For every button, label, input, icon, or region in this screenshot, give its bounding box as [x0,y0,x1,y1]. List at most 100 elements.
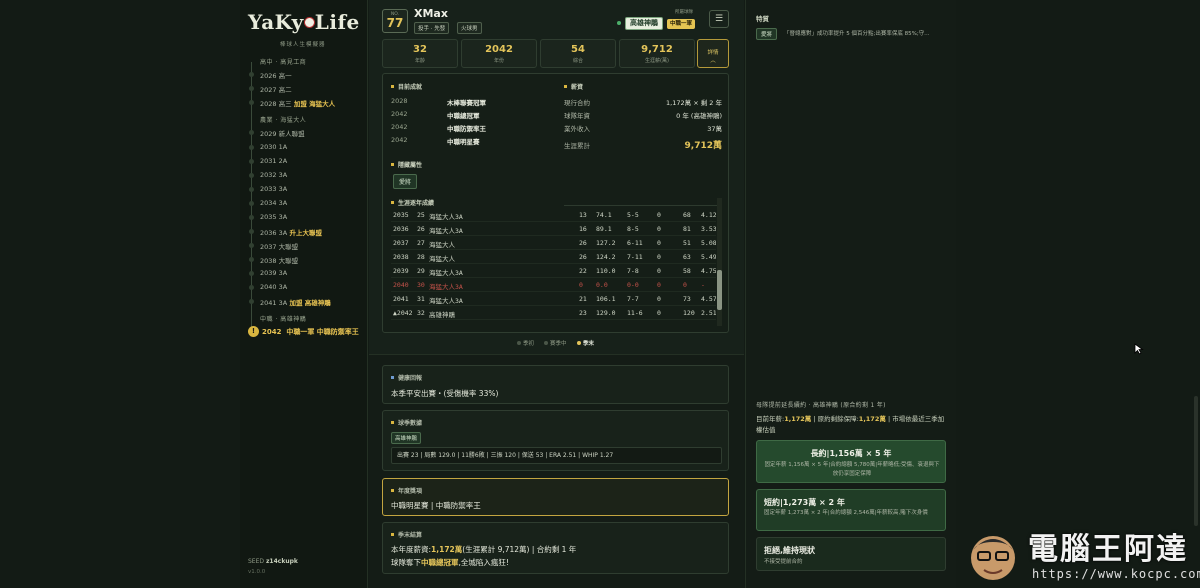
salary-label: 球隊年資 [564,112,590,120]
offer-heading: 母隊提前延長續約 · 高雄神鵰 (原合約剩 1 年) [756,402,886,409]
career-scroll-thumb[interactable] [717,270,722,310]
season-stats-card: 球季數據 高雄神鵰 出賽 23 | 局數 129.0 | 11勝6敗 | 三振 … [382,410,729,471]
honors-title: 目前成就 [391,82,422,91]
timeline-section-label: 中職 · 高雄神鵰 [260,316,307,323]
timeline-year: 2028 [260,100,279,108]
timeline-row[interactable]: 2036 3A 升上大聯盟 [260,227,322,237]
career-innings: 106.1 [596,295,616,303]
career-era: 4.75 [701,267,716,275]
detail-toggle-button[interactable]: 詳情 ︿ [697,39,729,68]
page-scrollbar[interactable] [1194,396,1198,526]
career-saves: 0 [657,267,661,275]
phase-early: 季初 [517,339,534,347]
stat-year: 2042 年份 [461,39,537,68]
seed-label: SEED [248,558,265,565]
career-innings: 129.0 [596,309,616,317]
timeline-row[interactable]: 2037 大聯盟 [260,241,298,251]
career-strikeouts: 51 [683,239,691,247]
honor-year: 2042 [391,136,408,144]
option-title: 短約|1,273萬 × 2 年 [764,498,845,507]
awards-text: 中職明星賽 | 中職防禦率王 [391,501,481,510]
timeline-text: 大聯盟 [278,257,299,265]
career-wl: 0-0 [627,281,639,289]
career-row[interactable]: 2036 26 海猛大人3A 16 89.1 8-5 0 81 3.53 [391,222,716,236]
career-wl: 5-5 [627,211,639,219]
stat-year-value: 2042 [485,44,513,55]
career-year: 2038 [393,253,409,261]
career-games: 13 [579,211,587,219]
career-row[interactable]: 2037 27 海猛大人 26 127.2 6-11 0 51 5.08 [391,236,716,250]
career-games: 22 [579,267,587,275]
stat-age-label: 年齡 [414,58,425,64]
career-era: 3.53 [701,225,716,233]
long-contract-option[interactable]: 長約|1,156萬 × 5 年 固定年薪 1,156萬 × 5 年|合約總額 5… [756,440,946,483]
career-row[interactable]: ▲2042 32 高雄神鵰 23 129.0 11-6 0 120 2.51 [391,306,716,320]
timeline-row[interactable]: 2041 3A 加盟 高雄神鵰 [260,297,331,307]
timeline-row[interactable]: 2040 3A [260,283,287,291]
career-age: 31 [417,295,425,303]
timeline-row[interactable]: 2027 高二 [260,84,292,94]
phase-end: 季末 [577,339,594,347]
career-scrollbar[interactable] [717,198,722,326]
short-contract-option[interactable]: 短約|1,273萬 × 2 年 固定年薪 1,273萬 × 2 年|合約總額 2… [756,489,946,531]
career-row[interactable]: 2041 31 海猛大人3A 21 106.1 7-7 0 73 4.57 [391,292,716,306]
timeline-dot [249,285,254,290]
timeline-text: 3A [278,185,288,193]
career-strikeouts: 58 [683,267,691,275]
jersey-number-value: 77 [386,16,404,30]
line1-pre: 本年度薪資: [391,545,432,554]
career-wl: 7-11 [627,253,643,261]
timeline-year: 2032 [260,171,279,179]
career-saves: 0 [657,239,661,247]
timeline-row[interactable]: 2028 高三 加盟 海猛大人 [260,98,335,108]
player-name: XMax [414,7,448,20]
offer-summary: 目前年薪:1,172萬 | 原約剩餘保障:1,172萬 | 市場依最近三季加權估… [756,414,946,436]
career-row[interactable]: 2038 28 海猛大人 26 124.2 7-11 0 63 5.49 [391,250,716,264]
attributes-title: 隱藏屬性 [391,160,422,169]
career-games: 0 [579,281,583,289]
offer-sub-hl2: 1,172萬 [858,415,886,423]
career-title: 生涯逐年成績 [391,198,434,207]
career-row[interactable]: 2039 29 海猛大人3A 22 110.0 7-8 0 58 4.75 [391,264,716,278]
career-year: 2036 [393,225,409,233]
timeline-row[interactable]: 2029 新人聯盟 [260,128,305,138]
career-team: 海猛大人 [429,255,455,263]
career-team: 海猛大人 [429,241,455,249]
timeline-highlight: 升上大聯盟 [287,229,322,237]
timeline-row[interactable]: 2039 3A [260,269,287,277]
timeline-text: 3A [278,229,288,237]
career-era: 5.49 [701,253,716,261]
team-button[interactable]: 高雄神鵰 [625,17,663,30]
timeline-dot [249,173,254,178]
timeline-row[interactable]: 2031 2A [260,157,287,165]
timeline-year: 2038 [260,257,279,265]
timeline-row[interactable]: 2026 高一 [260,70,292,80]
career-year: 2039 [393,267,409,275]
career-row[interactable]: 2040 30 海猛大人3A 0 0.0 0-0 0 0 - [391,278,716,292]
career-row[interactable]: 2035 25 海猛大人3A 13 74.1 5-5 0 68 4.12 [391,208,716,222]
timeline-row[interactable]: 2033 3A [260,185,287,193]
timeline-year: 2035 [260,213,279,221]
timeline-dot [249,130,254,135]
option-title: 拒絕,維持現狀 [764,546,816,555]
timeline-row[interactable]: 2032 3A [260,171,287,179]
timeline-dot [249,271,254,276]
timeline-text: 3A [278,199,288,207]
timeline-text: 高二 [278,86,292,94]
timeline-dot [249,187,254,192]
career-table[interactable]: 2035 25 海猛大人3A 13 74.1 5-5 0 68 4.12 2036 26 海猛大人3A… [391,208,716,328]
career-year: 2040 [393,281,409,289]
timeline-row[interactable]: 2034 3A [260,199,287,207]
career-saves: 0 [657,211,661,219]
salary-divider [564,205,722,206]
menu-icon[interactable]: ☰ [709,10,729,28]
timeline-row[interactable]: 2035 3A [260,213,287,221]
timeline-row[interactable]: 2030 1A [260,143,287,151]
reject-option[interactable]: 拒絕,維持現狀 不接受提前合約 [756,537,946,571]
timeline-row[interactable]: 2038 大聯盟 [260,255,298,265]
career-age: 25 [417,211,425,219]
career-age: 26 [417,225,425,233]
timeline-current-row[interactable]: 2042 中職一軍 中職防禦率王 [262,327,359,337]
timeline-text: 高三 [278,100,292,108]
position-tag: 投手 · 先發 [414,22,450,34]
